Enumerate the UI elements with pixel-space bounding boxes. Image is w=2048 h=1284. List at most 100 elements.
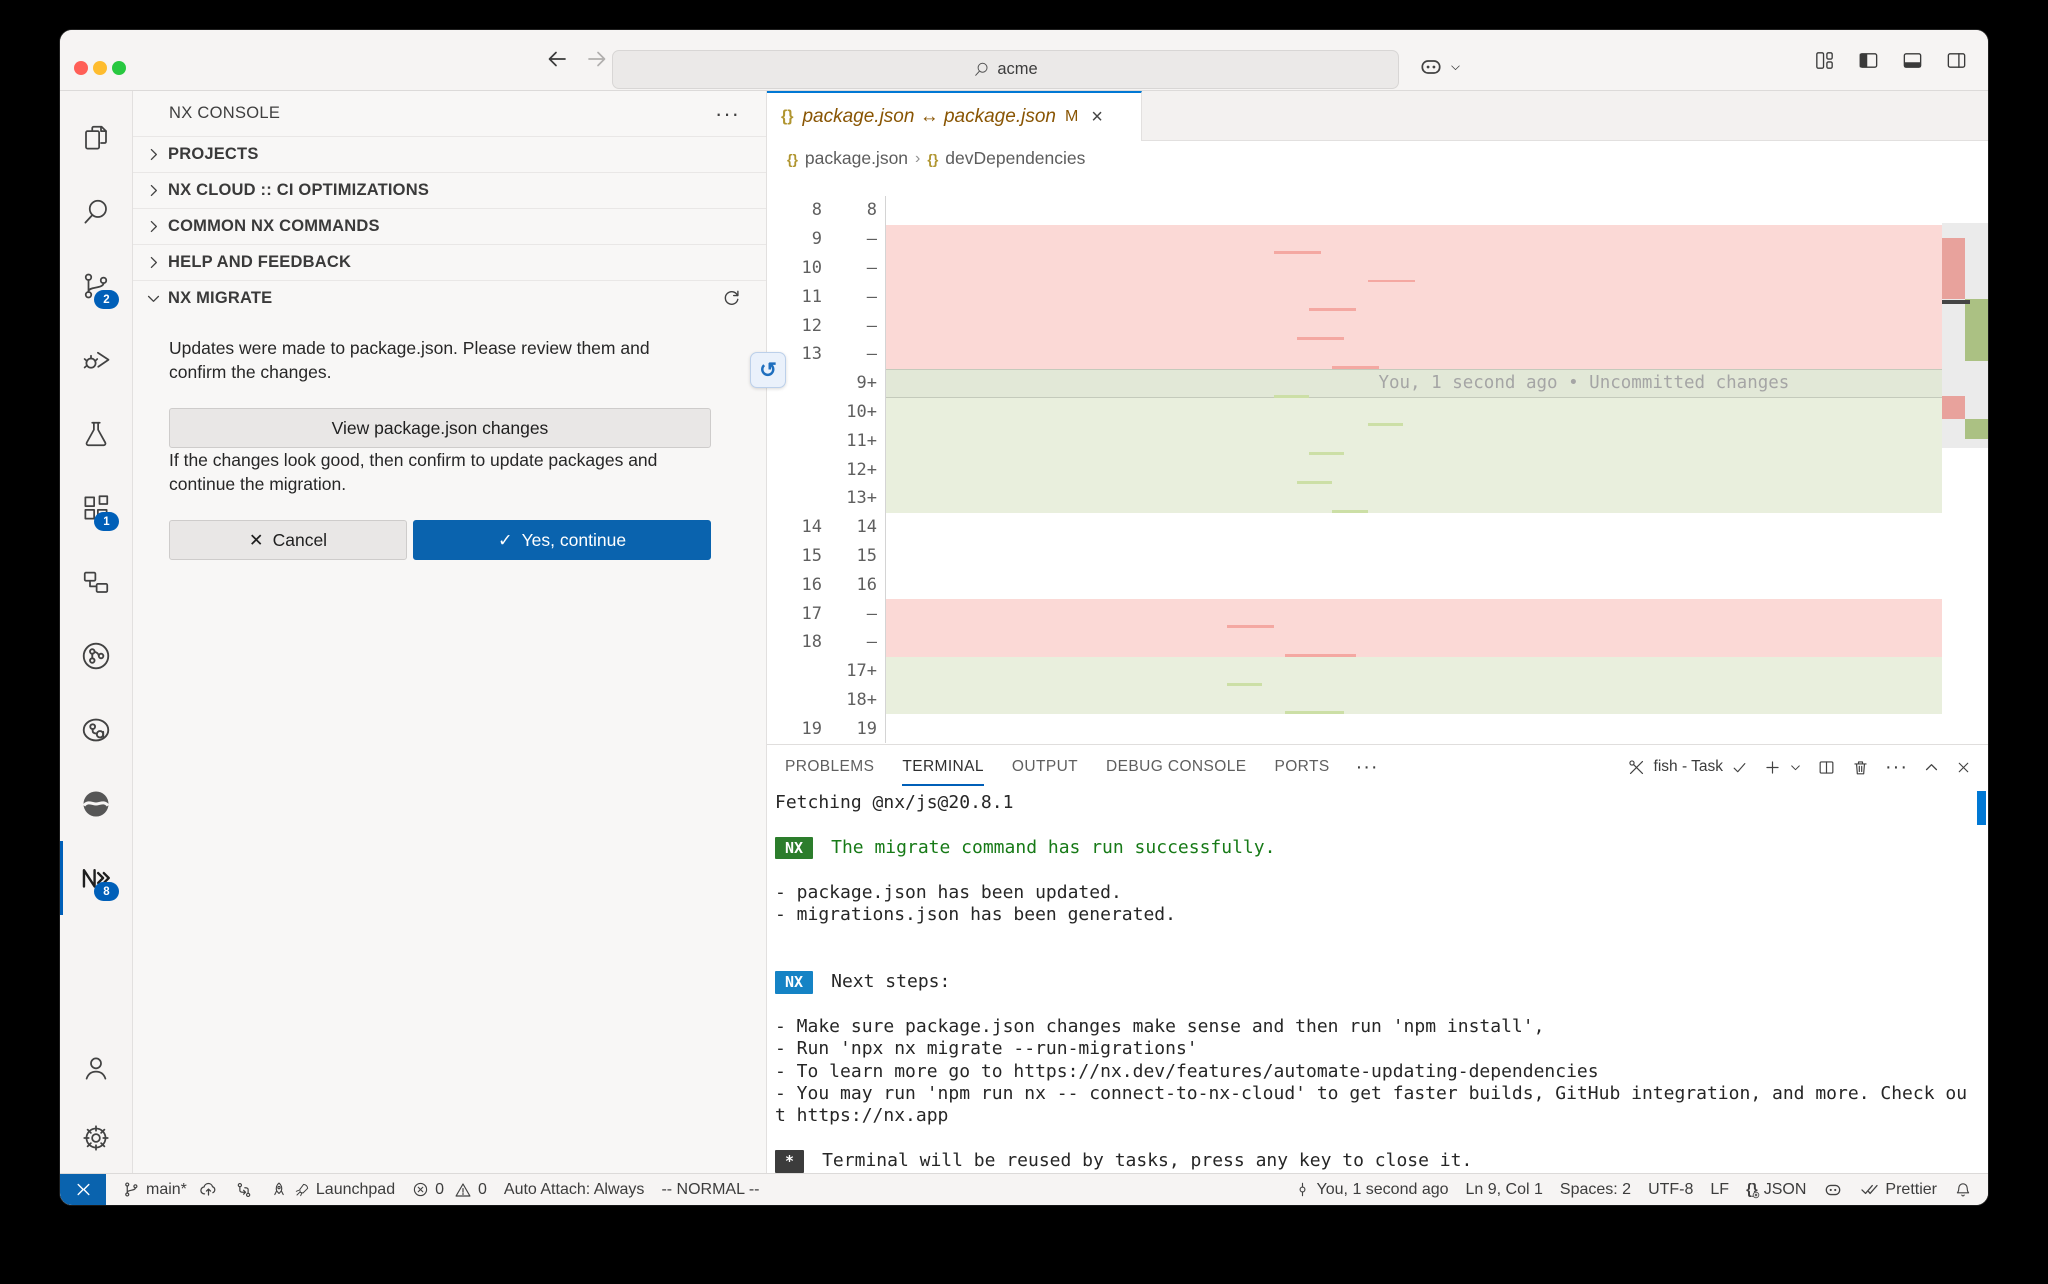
copilot-icon[interactable] — [1418, 54, 1444, 80]
sidebar-item-testing[interactable] — [60, 397, 132, 471]
active-terminal-item[interactable]: fish - Task — [1627, 758, 1749, 777]
sidebar-item-search[interactable] — [60, 175, 132, 249]
formatter-status[interactable]: Prettier — [1860, 1180, 1937, 1199]
git-compare-icon — [235, 1181, 253, 1199]
sidebar-item-graph[interactable] — [60, 619, 132, 693]
code-line[interactable]: 14 14 "@swc-node/register": "~1.9.1", — [767, 513, 1942, 542]
sidebar-item-project-structure[interactable] — [60, 545, 132, 619]
code-line[interactable]: 18+ "typescript": "5.7.3" — [767, 686, 1942, 715]
copilot-status[interactable] — [1823, 1180, 1843, 1200]
code-line[interactable]: 13+ "@nx/webpack": "20.8.1", — [767, 484, 1942, 513]
terminal-line — [775, 1128, 1988, 1150]
settings-button[interactable] — [60, 1103, 132, 1173]
new-terminal-icon[interactable] — [1763, 758, 1782, 777]
code-line[interactable]: 18 – "typescript": "~5.5.2" — [767, 628, 1942, 657]
panel-tab[interactable]: TERMINAL — [902, 752, 984, 782]
panel-tab[interactable]: DEBUG CONSOLE — [1106, 752, 1246, 782]
sidebar-item-source-control[interactable]: 2 — [60, 249, 132, 323]
customize-layout-icon[interactable] — [1813, 49, 1836, 72]
code-line[interactable]: 13 – "@nx/webpack": "20.0.13", — [767, 340, 1942, 369]
forward-icon[interactable] — [585, 47, 609, 71]
close-panel-icon[interactable] — [1955, 759, 1972, 776]
toggle-secondary-sidebar-icon[interactable] — [1945, 49, 1968, 72]
code-line[interactable]: 16 16 "@swc/helpers": "~0.5.11", — [767, 570, 1942, 599]
code-line[interactable]: 17+ "nx": "20.8.1", — [767, 657, 1942, 686]
close-window-button[interactable] — [74, 61, 88, 75]
sidebar-item-swirl-logo[interactable] — [60, 767, 132, 841]
code-line[interactable]: 10 – "@nx/playwright": "20.0.13", — [767, 254, 1942, 283]
vim-mode-status[interactable]: -- NORMAL -- — [661, 1181, 759, 1199]
kill-terminal-icon[interactable] — [1851, 758, 1870, 777]
sidebar-item-run-debug[interactable] — [60, 323, 132, 397]
activity-bar: 2 1 8 — [60, 91, 133, 1173]
chevron-down-icon[interactable] — [1449, 61, 1462, 74]
code-line[interactable]: 8 8 "devDependencies": { — [767, 196, 1942, 225]
cancel-button[interactable]: ✕Cancel — [169, 520, 407, 560]
code-line[interactable]: 12 – "@nx/vite": "20.0.13", — [767, 311, 1942, 340]
toggle-panel-icon[interactable] — [1901, 49, 1924, 72]
git-compare-status[interactable] — [235, 1181, 253, 1199]
split-terminal-icon[interactable] — [1817, 758, 1836, 777]
remote-indicator[interactable] — [60, 1174, 106, 1205]
bottom-panel: PROBLEMS TERMINAL OUTPUT DEBUG CONSOLE PORTS… — [767, 744, 1988, 1173]
confirm-button[interactable]: ✓Yes, continue — [413, 520, 711, 560]
revert-change-button[interactable]: ↺ — [750, 352, 786, 388]
breadcrumb-symbol[interactable]: devDependencies — [945, 148, 1085, 169]
panel-tab[interactable]: PORTS — [1274, 752, 1329, 782]
diff-editor[interactable]: 8 8 "devDependencies": { 9 – — [767, 176, 1988, 744]
tab-package-json-diff[interactable]: {} package.json ↔ package.json M × — [767, 91, 1142, 141]
overview-ruler[interactable] — [1942, 176, 1988, 744]
blame-status[interactable]: You, 1 second ago — [1294, 1181, 1449, 1199]
panel-tab[interactable]: OUTPUT — [1012, 752, 1078, 782]
code-line[interactable]: 11 – "@nx/react": "20.0.13", — [767, 282, 1942, 311]
code-line[interactable]: 11+ "@nx/react": "20.8.1", — [767, 426, 1942, 455]
refresh-icon[interactable] — [721, 288, 742, 309]
section-nx-migrate[interactable]: NX MIGRATE — [133, 280, 766, 316]
code-line[interactable]: 9 – "@nx/js": "20.0.13", — [767, 225, 1942, 254]
breadcrumb[interactable]: {} package.json › {} devDependencies — [767, 141, 1988, 176]
encoding-status[interactable]: UTF-8 — [1648, 1181, 1693, 1199]
accounts-button[interactable] — [60, 1033, 132, 1103]
section-projects[interactable]: PROJECTS — [133, 136, 766, 172]
close-tab-icon[interactable]: × — [1091, 106, 1103, 129]
back-icon[interactable] — [545, 47, 569, 71]
sidebar-item-extensions[interactable]: 1 — [60, 471, 132, 545]
sidebar-item-nx-console[interactable]: 8 — [60, 841, 132, 915]
problems-status[interactable]: 0 0 — [412, 1181, 487, 1199]
code-line[interactable]: 19 19 } — [767, 714, 1942, 743]
cursor-position-status[interactable]: Ln 9, Col 1 — [1466, 1181, 1543, 1199]
code-line[interactable]: 12+ "@nx/vite": "20.8.1", — [767, 455, 1942, 484]
code-line[interactable]: 17 – "nx": "20.0.13", — [767, 599, 1942, 628]
code-line[interactable]: 15 15 "@swc/core": "~1.5.7", — [767, 542, 1942, 571]
more-actions-icon[interactable]: ··· — [715, 109, 740, 119]
terminal[interactable]: Fetching @nx/js@20.8.1 NX The migrate co… — [767, 789, 1988, 1173]
maximize-panel-icon[interactable] — [1923, 759, 1940, 776]
rocket-icon — [270, 1181, 288, 1199]
command-center-search[interactable]: acme — [612, 50, 1399, 89]
eol-status[interactable]: LF — [1710, 1181, 1729, 1199]
toggle-primary-sidebar-icon[interactable] — [1857, 49, 1880, 72]
zoom-window-button[interactable] — [112, 61, 126, 75]
launchpad-status[interactable]: Launchpad — [270, 1181, 395, 1199]
notifications-bell-icon[interactable] — [1954, 1181, 1972, 1199]
code-line[interactable]: 9+ "@nx/js": "20.8.1", You, 1 second ago… — [767, 369, 1942, 398]
view-changes-button[interactable]: View package.json changes — [169, 408, 711, 448]
sidebar-item-explorer[interactable] — [60, 101, 132, 175]
panel-tab[interactable]: PROBLEMS — [785, 752, 874, 782]
sidebar-item-graph-web[interactable] — [60, 693, 132, 767]
more-tabs-icon[interactable]: ··· — [1356, 756, 1379, 779]
section-nx-cloud[interactable]: NX CLOUD :: CI OPTIMIZATIONS — [133, 172, 766, 208]
section-common-commands[interactable]: COMMON NX COMMANDS — [133, 208, 766, 244]
auto-attach-status[interactable]: Auto Attach: Always — [504, 1181, 645, 1199]
breadcrumb-file[interactable]: package.json — [805, 148, 908, 169]
section-help-feedback[interactable]: HELP AND FEEDBACK — [133, 244, 766, 280]
terminal-scrollbar[interactable] — [1977, 791, 1986, 825]
language-status[interactable]: {} JSON — [1746, 1181, 1806, 1199]
minimize-window-button[interactable] — [93, 61, 107, 75]
chevron-down-icon[interactable] — [1789, 761, 1802, 774]
indentation-status[interactable]: Spaces: 2 — [1560, 1181, 1631, 1199]
search-icon — [81, 197, 111, 227]
code-line[interactable]: 10+ "@nx/playwright": "20.8.1", — [767, 398, 1942, 427]
branch-status[interactable]: main* — [123, 1180, 218, 1199]
panel-more-actions-icon[interactable]: ··· — [1885, 756, 1908, 779]
